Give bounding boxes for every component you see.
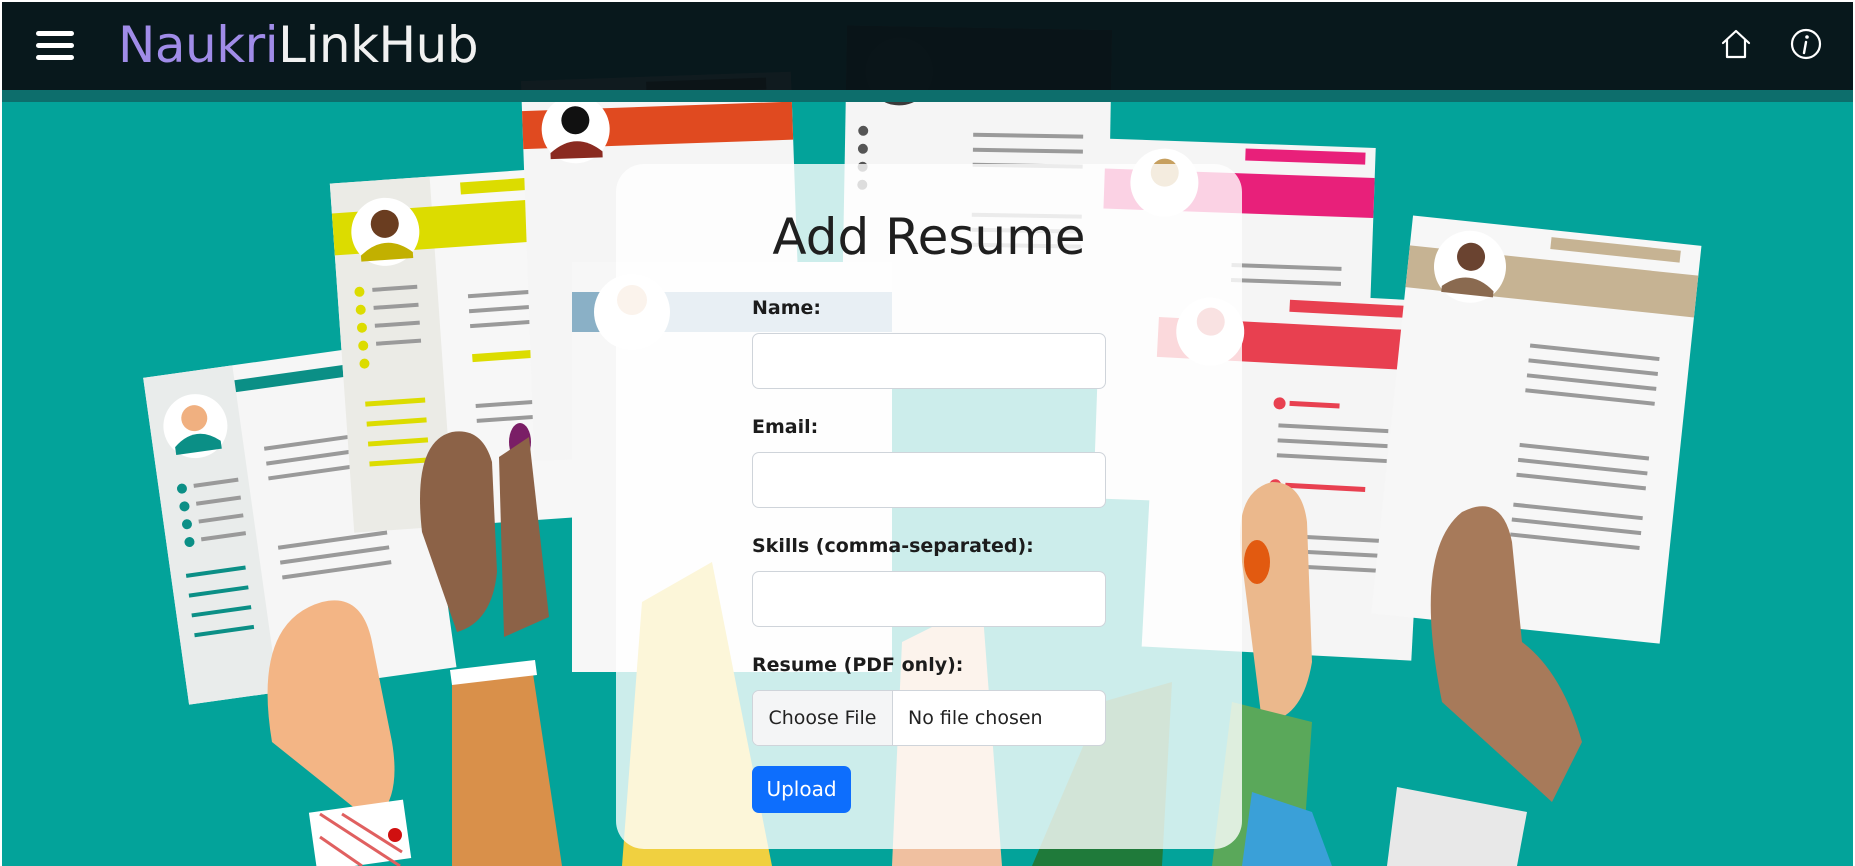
hamburger-menu-icon[interactable]	[36, 31, 74, 65]
brand-logo[interactable]: NaukriLinkHub	[118, 16, 479, 74]
choose-file-button[interactable]: Choose File	[753, 691, 893, 745]
page-title: Add Resume	[772, 208, 1086, 266]
skills-label: Skills (comma-separated):	[752, 535, 1034, 557]
app-frame: NaukriLinkHub Add Resume Name: Email: Sk…	[2, 2, 1853, 866]
email-label: Email:	[752, 416, 819, 438]
name-label: Name:	[752, 297, 822, 319]
add-resume-form: Name: Email: Skills (comma-separated): R…	[752, 297, 1106, 813]
navbar-shadow	[2, 90, 1853, 102]
resume-label: Resume (PDF only):	[752, 654, 964, 676]
home-icon[interactable]	[1718, 26, 1754, 62]
skills-input[interactable]	[752, 571, 1106, 627]
top-navbar: NaukriLinkHub	[2, 2, 1853, 90]
info-icon[interactable]	[1788, 26, 1824, 62]
file-status-text: No file chosen	[908, 707, 1043, 729]
upload-button[interactable]: Upload	[752, 766, 851, 813]
brand-name-part2: LinkHub	[278, 16, 479, 74]
brand-name-part1: Naukri	[118, 16, 279, 74]
resume-file-input[interactable]: Choose File No file chosen	[752, 690, 1106, 746]
add-resume-card: Add Resume Name: Email: Skills (comma-se…	[616, 164, 1242, 849]
name-input[interactable]	[752, 333, 1106, 389]
email-input[interactable]	[752, 452, 1106, 508]
